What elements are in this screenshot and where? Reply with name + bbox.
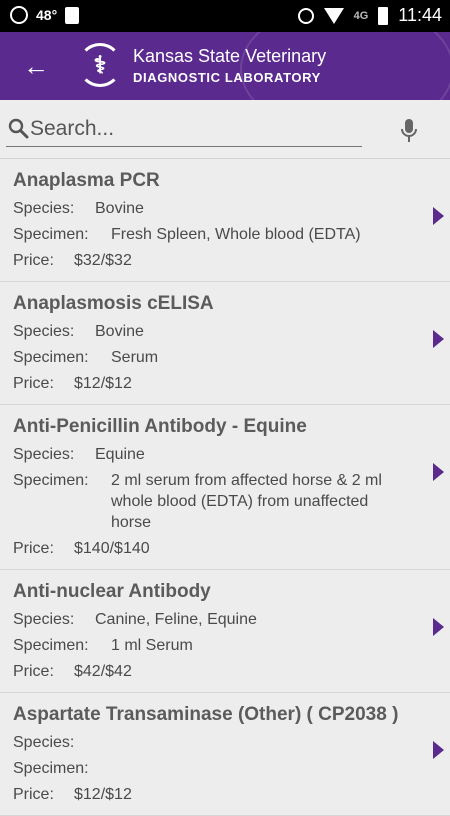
status-left: 48°: [10, 6, 80, 24]
species-row: Species: Bovine: [13, 198, 410, 219]
chevron-right-icon: [433, 741, 444, 759]
specimen-row: Specimen: Fresh Spleen, Whole blood (EDT…: [13, 224, 410, 245]
test-name: Anaplasma PCR: [13, 170, 160, 191]
species-row: Species: Bovine: [13, 321, 410, 342]
price-value: $42/$42: [74, 663, 132, 680]
price-value: $32/$32: [74, 252, 132, 269]
specimen-row: Specimen: 1 ml Serum: [13, 635, 410, 656]
specimen-value: 2 ml serum from affected horse & 2 ml wh…: [111, 472, 382, 531]
status-right: 4G 11:44: [297, 5, 442, 26]
test-name: Anti-Penicillin Antibody - Equine: [13, 416, 307, 437]
brand-title: Kansas State Veterinary: [133, 46, 327, 66]
specimen-value: Serum: [111, 349, 159, 366]
test-name: Anaplasmosis cELISA: [13, 293, 214, 314]
specimen-label: Specimen:: [13, 226, 89, 243]
brand-subtitle: DIAGNOSTIC LABORATORY: [133, 70, 321, 85]
price-value: $12/$12: [74, 375, 132, 392]
price-value: $12/$12: [74, 786, 132, 803]
status-bar: 48° 4G 11:44: [0, 0, 450, 32]
chevron-right-icon: [433, 618, 444, 636]
species-label: Species:: [13, 200, 75, 217]
chevron-right-icon: [433, 207, 444, 225]
price-label: Price:: [13, 786, 54, 803]
battery-icon: [378, 6, 389, 25]
specimen-row: Specimen:: [13, 758, 410, 779]
price-row: Price: $12/$12: [13, 784, 410, 805]
price-label: Price:: [13, 252, 54, 269]
list-item[interactable]: Anti-Penicillin Antibody - Equine Specie…: [0, 405, 450, 570]
test-list: Anaplasma PCR Species: Bovine Specimen: …: [0, 159, 450, 816]
test-name: Aspartate Transaminase (Other) ( CP2038 …: [13, 704, 399, 725]
price-label: Price:: [13, 540, 54, 557]
species-row: Species: Canine, Feline, Equine: [13, 609, 410, 630]
temperature-text: 48°: [36, 7, 58, 23]
species-value: Bovine: [95, 200, 144, 217]
price-value: $140/$140: [74, 540, 150, 557]
price-row: Price: $42/$42: [13, 661, 410, 682]
species-label: Species:: [13, 323, 75, 340]
price-row: Price: $12/$12: [13, 373, 410, 394]
search-icon: [8, 118, 29, 139]
species-label: Species:: [13, 446, 75, 463]
chevron-right-icon: [433, 463, 444, 481]
specimen-label: Specimen:: [13, 472, 89, 489]
list-item[interactable]: Anaplasma PCR Species: Bovine Specimen: …: [0, 159, 450, 282]
specimen-row: Specimen: Serum: [13, 347, 410, 368]
specimen-value: Fresh Spleen, Whole blood (EDTA): [111, 226, 361, 243]
species-value: [95, 732, 410, 753]
test-name: Anti-nuclear Antibody: [13, 581, 211, 602]
wifi-icon: [323, 7, 344, 24]
logo-icon: ⚕: [78, 43, 122, 87]
species-label: Species:: [13, 734, 75, 751]
clipboard-icon: [65, 6, 80, 24]
list-item[interactable]: Anti-nuclear Antibody Species: Canine, F…: [0, 570, 450, 693]
back-arrow-icon[interactable]: ←: [20, 50, 52, 82]
price-row: Price: $140/$140: [13, 538, 410, 559]
species-row: Species: Equine: [13, 444, 410, 465]
specimen-label: Specimen:: [13, 349, 89, 366]
list-item[interactable]: Aspartate Transaminase (Other) ( CP2038 …: [0, 693, 450, 816]
specimen-row: Specimen: 2 ml serum from affected horse…: [13, 470, 410, 533]
price-row: Price: $32/$32: [13, 250, 410, 271]
specimen-label: Specimen:: [13, 637, 89, 654]
app-header: ← ⚕ Kansas State Veterinary DIAGNOSTIC L…: [0, 32, 450, 100]
price-label: Price:: [13, 375, 54, 392]
species-row: Species:: [13, 732, 410, 753]
alarm-icon: [297, 7, 314, 24]
species-value: Equine: [95, 446, 145, 463]
specimen-value: [111, 758, 410, 779]
price-label: Price:: [13, 663, 54, 680]
species-label: Species:: [13, 611, 75, 628]
list-item[interactable]: Anaplasmosis cELISA Species: Bovine Spec…: [0, 282, 450, 405]
search-underline: [6, 146, 362, 147]
species-value: Canine, Feline, Equine: [95, 611, 257, 628]
chevron-right-icon: [433, 330, 444, 348]
species-value: Bovine: [95, 323, 144, 340]
specimen-label: Specimen:: [13, 760, 89, 777]
clock-text: 11:44: [398, 5, 442, 25]
signal-app-icon: [10, 6, 28, 24]
network-type: 4G: [353, 9, 369, 22]
mic-icon[interactable]: [399, 118, 419, 144]
search-input[interactable]: [30, 114, 360, 144]
search-bar: [0, 100, 450, 159]
specimen-value: 1 ml Serum: [111, 637, 193, 654]
